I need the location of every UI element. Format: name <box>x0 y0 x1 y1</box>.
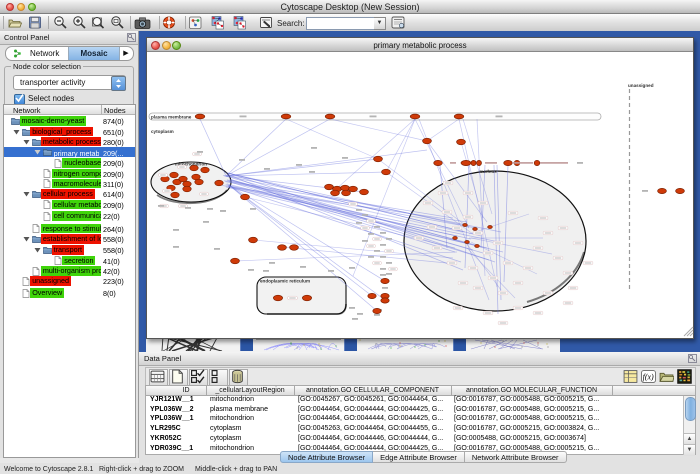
svg-text:f(x): f(x) <box>643 373 654 382</box>
svg-text:unassigned: unassigned <box>628 83 654 88</box>
svg-text:cytoplasm: cytoplasm <box>151 129 174 134</box>
svg-text:endoplasmic reticulum: endoplasmic reticulum <box>260 279 310 284</box>
svg-text:nucleus: nucleus <box>479 169 497 174</box>
svg-text:plasma membrane: plasma membrane <box>151 115 192 120</box>
